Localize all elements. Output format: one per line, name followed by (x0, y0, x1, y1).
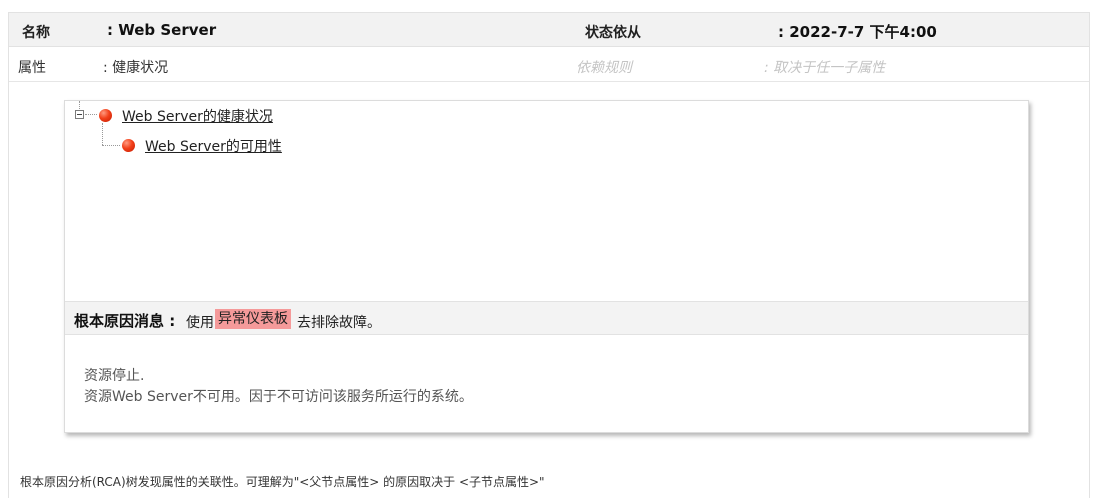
rca-message-line: 资源停止. (84, 368, 145, 384)
rca-message-bar: 根本原因消息 : 使用 异常仪表板 去排除故障。 (65, 301, 1028, 335)
footer-note: 根本原因分析(RCA)树发现属性的关联性。可理解为"<父节点属性> 的原因取决于… (20, 475, 545, 489)
collapse-icon[interactable] (75, 110, 84, 119)
rca-prefix: 使用 (186, 315, 214, 331)
tree-connector (102, 123, 103, 145)
tree-connector (85, 114, 97, 115)
rca-suffix: 去排除故障。 (297, 315, 381, 331)
status-label: 状态依从 (585, 25, 641, 41)
rca-title: 根本原因消息 : (74, 312, 176, 330)
attribute-label: 属性 (18, 60, 46, 76)
attribute-row: 属性 : 健康状况 依赖规则 : 取决于任一子属性 (9, 47, 1089, 82)
header-row: 名称 : Web Server 状态依从 : 2022-7-7 下午4:00 (9, 13, 1089, 47)
rule-label: 依赖规则 (576, 60, 632, 76)
name-label: 名称 (22, 25, 50, 41)
tree-node-root-link[interactable]: Web Server的健康状况 (122, 106, 273, 126)
status-since-value: : 2022-7-7 下午4:00 (778, 23, 937, 41)
rca-message-line: 资源Web Server不可用。因于不可访问该服务所运行的系统。 (84, 389, 473, 405)
anomaly-dashboard-link[interactable]: 异常仪表板 (215, 309, 291, 329)
critical-status-icon (99, 109, 112, 122)
tree-node-child-link[interactable]: Web Server的可用性 (145, 136, 282, 156)
monitor-name: : Web Server (107, 21, 217, 39)
rca-tree-panel: Web Server的健康状况 Web Server的可用性 根本原因消息 : … (64, 100, 1029, 433)
status-summary-container: 名称 : Web Server 状态依从 : 2022-7-7 下午4:00 属… (8, 12, 1090, 498)
rca-tree: Web Server的健康状况 Web Server的可用性 (65, 101, 1028, 301)
rule-value: : 取决于任一子属性 (764, 60, 886, 76)
tree-connector (102, 145, 120, 146)
tree-connector (79, 101, 80, 109)
critical-status-icon (122, 139, 135, 152)
attribute-value: : 健康状况 (103, 60, 169, 76)
